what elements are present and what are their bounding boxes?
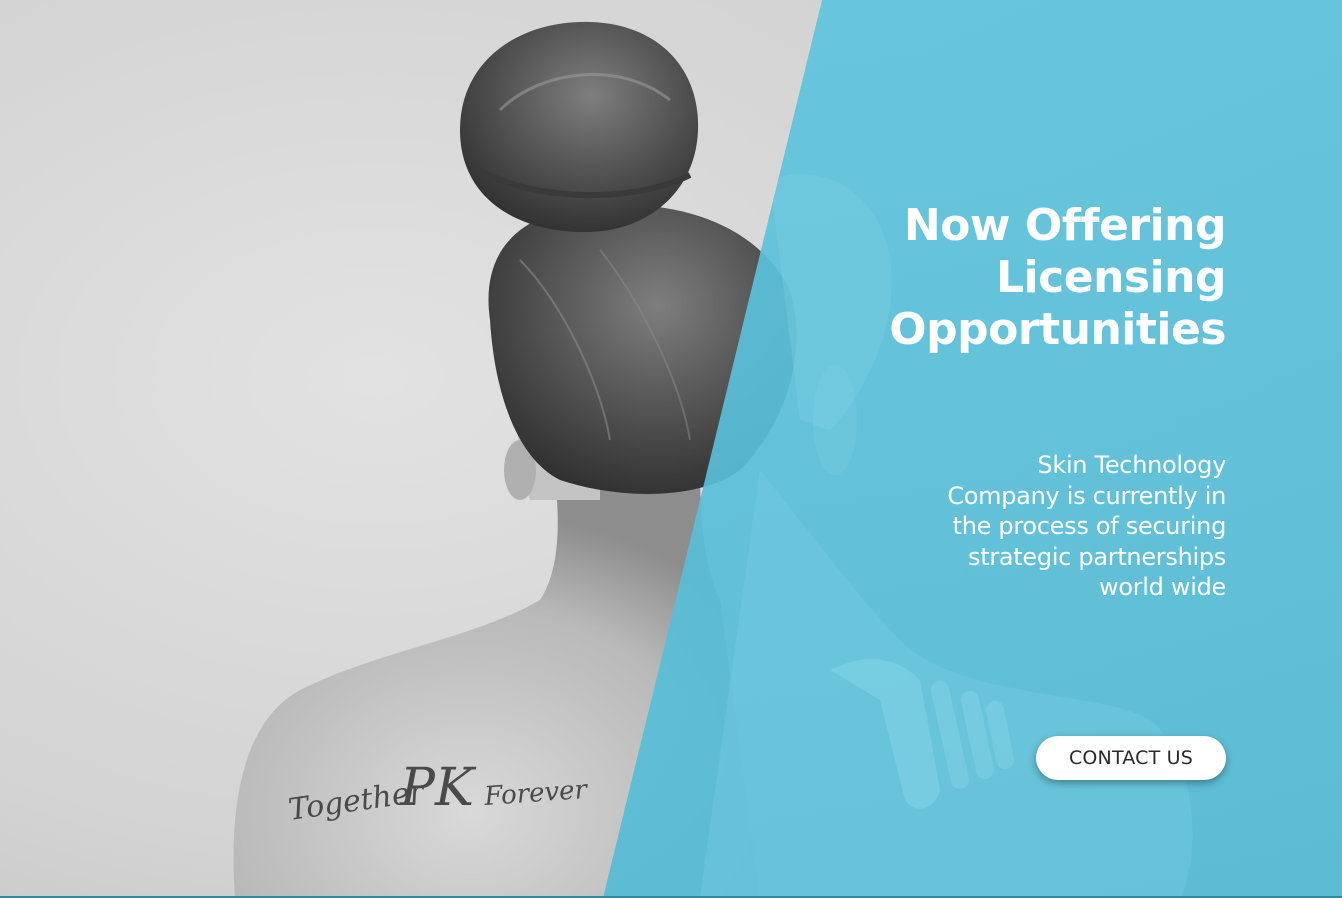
headline-line-1: Now Offering [903,200,1227,251]
headline-line-3: Opportunities [889,304,1226,355]
description-line-1: Skin Technology [1037,451,1226,479]
hero-headline: Now Offering Licensing Opportunities [806,200,1226,356]
hero-banner: Together PK Forever Now Offering Licensi… [0,0,1342,898]
description-line-5: world wide [1098,573,1226,601]
description-line-2: Company is currently in [947,481,1226,510]
hero-copy: Now Offering Licensing Opportunities Ski… [806,200,1226,603]
headline-line-2: Licensing [996,252,1226,303]
description-line-3: the process of securing [952,512,1227,540]
tattoo-text-center: PK [399,758,477,818]
description-line-4: strategic partnerships [968,542,1226,571]
contact-us-button[interactable]: CONTACT US [1036,736,1226,780]
hero-description: Skin Technology Company is currently in … [806,450,1226,603]
